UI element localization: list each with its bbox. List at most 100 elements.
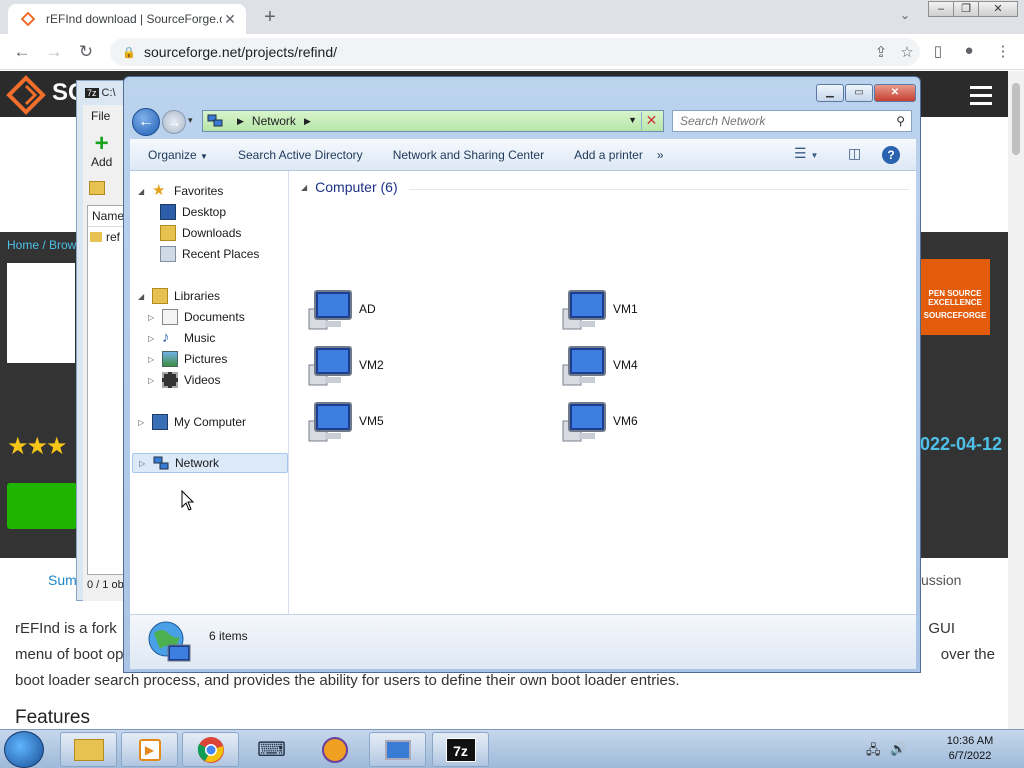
add-button[interactable]: + Add xyxy=(91,132,112,170)
minimize-button[interactable]: ▁ xyxy=(816,84,844,102)
menu-file[interactable]: File xyxy=(91,109,110,123)
collapsed-triangle-icon[interactable]: ▷ xyxy=(138,418,148,427)
computer-item-vm4[interactable]: VM4 xyxy=(561,343,638,387)
tab-discussion[interactable]: ussion xyxy=(921,572,961,588)
nav-my-computer[interactable]: ▷ My Computer xyxy=(138,412,246,432)
taskbar-vpn[interactable] xyxy=(306,732,363,767)
sevenzip-status: 0 / 1 ob xyxy=(87,579,124,591)
help-icon[interactable]: ? xyxy=(882,146,900,164)
computer-icon xyxy=(562,346,606,386)
back-arrow-icon[interactable]: ← xyxy=(10,41,34,63)
nav-favorites[interactable]: ◢ ★ Favorites xyxy=(138,181,223,201)
maximize-button[interactable]: ▭ xyxy=(845,84,873,102)
collapsed-triangle-icon[interactable]: ▷ xyxy=(148,376,158,385)
browser-tab[interactable]: rEFInd download | SourceForge.c ✕ xyxy=(8,4,246,34)
address-crumb-network[interactable]: Network xyxy=(252,114,296,128)
expanded-triangle-icon[interactable]: ◢ xyxy=(138,187,148,196)
back-button[interactable]: ← xyxy=(132,108,160,136)
collapsed-triangle-icon[interactable]: ▷ xyxy=(148,355,158,364)
clear-address-icon[interactable]: ✕ xyxy=(641,112,661,130)
reload-icon[interactable]: ↻ xyxy=(74,41,98,63)
nav-recent-places[interactable]: Recent Places xyxy=(160,244,259,264)
share-icon[interactable]: ⇪ xyxy=(868,43,894,61)
download-button[interactable] xyxy=(7,483,77,529)
taskbar-chrome[interactable] xyxy=(182,732,239,767)
search-active-directory-button[interactable]: Search Active Directory xyxy=(238,148,363,162)
nav-desktop[interactable]: Desktop xyxy=(160,202,226,222)
scrollbar-thumb[interactable] xyxy=(1012,83,1020,155)
sourceforge-logo-icon[interactable] xyxy=(6,75,46,115)
recent-pages-chevron-icon[interactable]: ▾ xyxy=(188,115,193,126)
computer-item-vm5[interactable]: VM5 xyxy=(307,399,384,443)
mouse-cursor-icon xyxy=(181,490,195,511)
new-tab-button[interactable]: + xyxy=(258,6,282,30)
breadcrumb-arrow-icon[interactable]: ▶ xyxy=(304,116,311,127)
search-box[interactable]: ⚲ xyxy=(672,110,912,132)
taskbar-media-player[interactable]: ▶ xyxy=(121,732,178,767)
search-input[interactable] xyxy=(680,114,880,128)
collapsed-triangle-icon[interactable]: ▷ xyxy=(139,459,149,468)
tab-close-icon[interactable]: ✕ xyxy=(222,11,238,28)
breadcrumb-arrow-icon[interactable]: ▶ xyxy=(237,116,244,127)
close-button[interactable]: ✕ xyxy=(874,84,916,102)
expanded-triangle-icon[interactable]: ◢ xyxy=(138,292,148,301)
nav-videos[interactable]: ▷ Videos xyxy=(148,370,220,390)
tab-search-chevron-icon[interactable]: ⌄ xyxy=(896,8,914,26)
computer-item-vm1[interactable]: VM1 xyxy=(561,287,638,331)
search-icon[interactable]: ⚲ xyxy=(896,114,905,128)
taskbar-keyboard[interactable]: ⌨ xyxy=(243,732,300,767)
computer-item-vm2[interactable]: VM2 xyxy=(307,343,384,387)
system-clock[interactable]: 10:36 AM 6/7/2022 xyxy=(930,734,1010,764)
collapsed-triangle-icon[interactable]: ▷ xyxy=(148,313,158,322)
network-globe-icon xyxy=(148,621,191,662)
group-header-computer[interactable]: ◢ Computer (6) xyxy=(301,179,398,195)
menu-kebab-icon[interactable]: ⋮ xyxy=(992,42,1014,62)
more-commands-icon[interactable]: » xyxy=(657,148,664,162)
side-panel-icon[interactable]: ▯ xyxy=(927,42,949,62)
hamburger-menu-icon[interactable] xyxy=(970,86,992,110)
close-button[interactable]: ✕ xyxy=(978,1,1018,17)
change-view-icon[interactable]: ☰ ▼ xyxy=(794,145,818,162)
taskbar-file-explorer[interactable] xyxy=(60,732,117,767)
downloads-folder-icon xyxy=(160,225,176,241)
nav-pictures[interactable]: ▷ Pictures xyxy=(148,349,227,369)
collapsed-triangle-icon[interactable]: ▷ xyxy=(148,334,158,343)
address-dropdown-icon[interactable]: ▼ xyxy=(628,115,637,125)
bookmark-star-icon[interactable]: ☆ xyxy=(894,43,920,61)
network-and-sharing-center-button[interactable]: Network and Sharing Center xyxy=(393,148,544,162)
forward-button[interactable]: → xyxy=(162,110,186,134)
nav-music[interactable]: ▷ ♪ Music xyxy=(148,328,215,348)
profile-icon[interactable]: ● xyxy=(958,42,980,62)
address-bar[interactable]: ▶ Network ▶ ▼ ✕ xyxy=(202,110,664,132)
computer-item-vm6[interactable]: VM6 xyxy=(561,399,638,443)
collapse-triangle-icon[interactable]: ◢ xyxy=(301,183,307,192)
forward-arrow-icon[interactable]: → xyxy=(42,41,66,63)
desc-text: menu of boot op xyxy=(15,646,124,663)
preview-pane-icon[interactable]: ◫ xyxy=(848,145,861,162)
page-scrollbar[interactable] xyxy=(1008,71,1024,730)
nav-libraries[interactable]: ◢ Libraries xyxy=(138,286,220,306)
content-pane: ◢ Computer (6) AD VM1 VM2 VM4 VM5 VM6 xyxy=(289,171,916,614)
volume-tray-icon[interactable]: 🔊 xyxy=(890,741,906,757)
documents-icon xyxy=(162,309,178,325)
nav-downloads[interactable]: Downloads xyxy=(160,223,241,243)
address-bar[interactable]: 🔒 sourceforge.net/projects/refind/ ⇪ ☆ xyxy=(110,38,920,66)
add-a-printer-button[interactable]: Add a printer xyxy=(574,148,643,162)
network-tray-icon[interactable]: 🖧 xyxy=(866,741,881,763)
desc-text: GUI xyxy=(928,620,955,637)
details-pane: 6 items xyxy=(130,614,916,669)
organize-button[interactable]: Organize ▼ xyxy=(148,148,208,162)
breadcrumb[interactable]: Home / Brow xyxy=(7,238,76,252)
folder-up-icon[interactable] xyxy=(89,181,105,195)
tab-summary[interactable]: Sum xyxy=(48,572,77,588)
restore-button[interactable]: ❐ xyxy=(953,1,979,17)
taskbar-remote-desktop[interactable] xyxy=(369,732,426,767)
computer-icon xyxy=(308,290,352,330)
nav-documents[interactable]: ▷ Documents xyxy=(148,307,245,327)
start-button-windows-icon[interactable] xyxy=(4,731,44,768)
computer-item-ad[interactable]: AD xyxy=(307,287,376,331)
nav-network[interactable]: ▷ Network xyxy=(132,453,288,473)
chrome-icon xyxy=(197,736,224,763)
taskbar-7zip[interactable]: 7z xyxy=(432,732,489,767)
minimize-button[interactable]: ‒ xyxy=(928,1,954,17)
